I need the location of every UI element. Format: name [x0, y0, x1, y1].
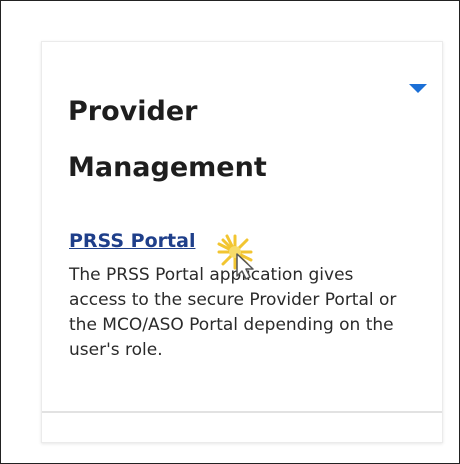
link-container: PRSS Portal	[69, 230, 195, 252]
prss-portal-link[interactable]: PRSS Portal	[69, 230, 195, 252]
provider-management-card: Provider Management PRSS Portal The PRSS…	[41, 41, 443, 443]
card-title: Provider Management	[68, 96, 267, 183]
chevron-down-icon[interactable]	[409, 84, 427, 93]
mouse-pointer-icon	[217, 234, 254, 280]
screenshot-frame: Provider Management PRSS Portal The PRSS…	[0, 0, 460, 464]
divider	[42, 411, 442, 413]
